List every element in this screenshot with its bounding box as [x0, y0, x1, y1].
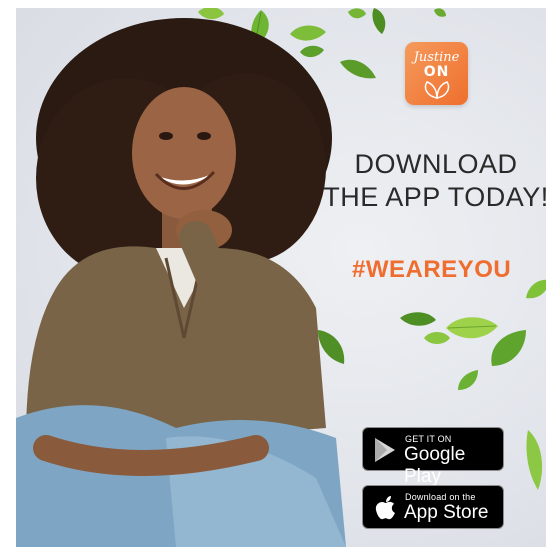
google-play-icon	[375, 438, 395, 462]
logo-script-text: Justine	[413, 50, 460, 65]
leaf-icon	[526, 279, 546, 299]
app-store-big-text: App Store	[404, 502, 489, 523]
google-play-small-text: GET IT ON	[405, 434, 452, 444]
hashtag-text: #WEAREYOU	[352, 256, 512, 283]
woman-photo	[16, 18, 346, 547]
headline-line-2: THE APP TODAY!	[323, 182, 546, 212]
leaf-icon	[400, 312, 436, 326]
google-play-big-text: Google Play	[404, 444, 466, 487]
leaf-icon	[424, 81, 450, 99]
leaf-icon	[372, 8, 386, 34]
leaf-icon	[434, 8, 446, 17]
leaf-icon	[348, 8, 366, 19]
leaf-icon	[491, 330, 526, 366]
headline-line-1: DOWNLOAD	[354, 149, 518, 179]
leaf-icon	[458, 370, 478, 390]
app-store-small-text: Download on the	[405, 492, 476, 502]
google-play-button[interactable]: GET IT ON Google Play	[362, 427, 504, 487]
leaf-icon	[424, 332, 450, 344]
logo-word-text: ON	[423, 64, 450, 80]
apple-icon	[375, 496, 395, 520]
app-logo: Justine ON	[405, 42, 468, 105]
headline: DOWNLOAD THE APP TODAY!	[316, 148, 546, 214]
background-panel: Justine ON DOWNLOAD THE APP TODAY! #WEAR…	[16, 8, 546, 547]
app-store-button[interactable]: Download on the App Store	[362, 485, 504, 529]
leaf-icon	[526, 430, 543, 490]
ad-banner: Justine ON DOWNLOAD THE APP TODAY! #WEAR…	[0, 0, 546, 547]
